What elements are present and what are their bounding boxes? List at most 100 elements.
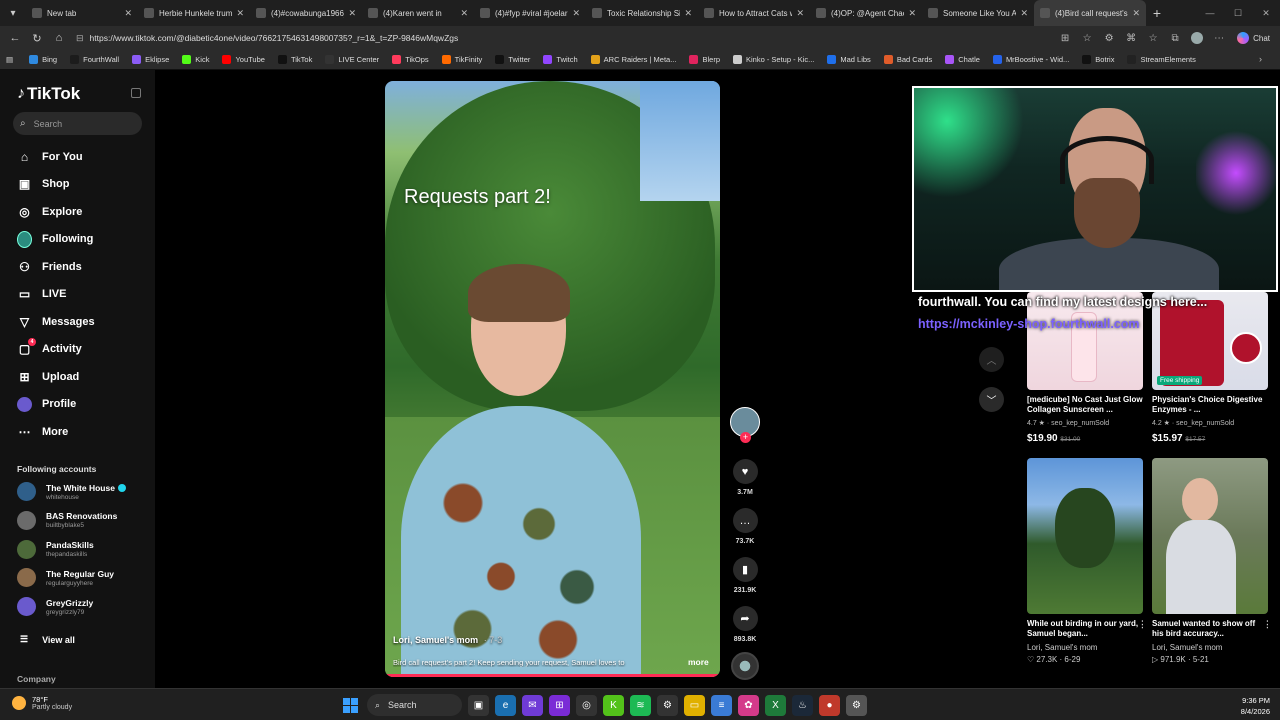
site-info-icon[interactable]: ⊟: [76, 33, 84, 44]
video-author[interactable]: Lori, Samuel's mom · 7-3: [393, 635, 502, 645]
browser-tab[interactable]: (4)Karen went in ✕: [362, 0, 474, 26]
sidebar-item-following[interactable]: Following: [17, 230, 93, 248]
share-action[interactable]: ➦ 893.8K: [727, 606, 763, 643]
sidebar-item-for-you[interactable]: ⌂ For You: [17, 149, 83, 164]
bookmark-item[interactable]: Kick: [182, 55, 209, 64]
task-view-icon[interactable]: ▣: [468, 694, 489, 716]
minimize-icon[interactable]: —: [1196, 0, 1224, 26]
comment-action[interactable]: … 73.7K: [727, 508, 763, 545]
menu-dots-icon[interactable]: ⋯: [1209, 28, 1229, 48]
messenger-icon[interactable]: ✉: [522, 694, 543, 716]
kick-app-icon[interactable]: K: [603, 694, 624, 716]
browser-tab[interactable]: How to Attract Cats wi ✕: [698, 0, 810, 26]
bookmark-item[interactable]: YouTube: [222, 55, 265, 64]
bookmark-item[interactable]: Twitter: [495, 55, 530, 64]
red-app-icon[interactable]: ●: [819, 694, 840, 716]
follow-plus-icon[interactable]: +: [740, 432, 751, 443]
following-account[interactable]: The Regular Guy regularguyyhere: [17, 568, 114, 588]
related-video-0[interactable]: While out birding in our yard, Samuel be…: [1027, 458, 1143, 664]
extension-puzzle-icon[interactable]: ⌘: [1121, 28, 1141, 48]
company-link[interactable]: Company: [17, 674, 56, 684]
tab-close-icon[interactable]: ✕: [796, 8, 804, 19]
sidebar-item-more[interactable]: ⋯ More: [17, 424, 69, 439]
music-disc-icon[interactable]: [731, 652, 759, 680]
product-card-0[interactable]: [medicube] No Cast Just Glow Collagen Su…: [1027, 292, 1143, 444]
previous-video-button[interactable]: ︿: [979, 347, 1004, 372]
spotify-icon[interactable]: ≋: [630, 694, 651, 716]
bookmark-item[interactable]: Twitch: [543, 55, 578, 64]
photos-icon[interactable]: ✿: [738, 694, 759, 716]
bookmark-item[interactable]: LIVE Center: [325, 55, 379, 64]
settings-icon[interactable]: ⚙: [846, 694, 867, 716]
reader-icon[interactable]: ⊞: [1055, 28, 1075, 48]
address-bar[interactable]: ⊟ https://www.tiktok.com/@diabetic4one/v…: [76, 29, 1049, 47]
like-action[interactable]: ♥ 3.7M: [727, 459, 763, 496]
sidebar-item-live[interactable]: ▭ LIVE: [17, 287, 67, 302]
bookmark-item[interactable]: Kinko - Setup - Kic...: [733, 55, 814, 64]
sidebar-item-activity[interactable]: ▢ 4 Activity: [17, 337, 82, 357]
extension-icon[interactable]: ⚙: [1099, 28, 1119, 48]
refresh-icon[interactable]: ↻: [26, 27, 48, 49]
save-action[interactable]: ▮ 231.9K: [727, 557, 763, 594]
search-input[interactable]: ⌕ Search: [13, 112, 142, 135]
sidebar-item-friends[interactable]: ⚇ Friends: [17, 259, 82, 274]
bookmark-item[interactable]: Eklipse: [132, 55, 169, 64]
browser-tab[interactable]: (4)Bird call request's p ✕: [1034, 0, 1146, 26]
bookmark-item[interactable]: Chatle: [945, 55, 980, 64]
bookmark-item[interactable]: Blerp: [689, 55, 720, 64]
tab-close-icon[interactable]: ✕: [460, 8, 468, 19]
collections-icon[interactable]: ⧉: [1165, 28, 1185, 48]
more-options-icon[interactable]: ⋮: [1263, 619, 1268, 629]
maximize-icon[interactable]: ☐: [1224, 0, 1252, 26]
bookmark-item[interactable]: TikTok: [277, 55, 312, 64]
bookmark-item[interactable]: StreamElements: [1127, 55, 1196, 64]
bookmarks-more-icon[interactable]: ›: [1259, 54, 1262, 64]
circle-app-icon[interactable]: ◎: [576, 694, 597, 716]
video-progress-bar[interactable]: [385, 674, 720, 677]
collapse-sidebar-icon[interactable]: [131, 88, 141, 98]
gear-app-icon[interactable]: ⚙: [657, 694, 678, 716]
close-window-icon[interactable]: ✕: [1252, 0, 1280, 26]
tab-close-icon[interactable]: ✕: [684, 8, 692, 19]
steam-icon[interactable]: ♨: [792, 694, 813, 716]
start-button[interactable]: [340, 695, 361, 716]
tab-actions-icon[interactable]: ▾: [0, 0, 26, 26]
new-tab-button[interactable]: +: [1146, 5, 1168, 21]
bookmark-item[interactable]: Bad Cards: [883, 55, 932, 64]
taskbar-search[interactable]: ⌕ Search: [367, 694, 462, 716]
tab-close-icon[interactable]: ✕: [1020, 8, 1028, 19]
browser-tab[interactable]: Toxic Relationship Sign✕: [586, 0, 698, 26]
tab-close-icon[interactable]: ✕: [1132, 8, 1140, 19]
home-icon[interactable]: ⌂: [48, 27, 70, 49]
weather-widget[interactable]: 78°F Partly cloudy: [12, 695, 72, 711]
sidebar-item-shop[interactable]: ▣ Shop: [17, 177, 70, 192]
bookmark-item[interactable]: MrBoostive - Wid...: [992, 55, 1069, 64]
copilot-chat-button[interactable]: Chat: [1231, 32, 1276, 44]
bookmark-item[interactable]: TikFinity: [441, 55, 482, 64]
system-clock[interactable]: 9:36 PM 8/4/2026: [1241, 695, 1270, 717]
product-card-1[interactable]: Free shipping Physician's Choice Digesti…: [1152, 292, 1268, 444]
file-explorer-icon[interactable]: ▭: [684, 694, 705, 716]
favorite-star-icon[interactable]: ☆: [1077, 28, 1097, 48]
bookmark-item[interactable]: Bing: [29, 55, 57, 64]
bookmark-item[interactable]: ARC Raiders | Meta...: [590, 55, 676, 64]
tab-close-icon[interactable]: ✕: [348, 8, 356, 19]
browser-tab[interactable]: New tab ✕: [26, 0, 138, 26]
bookmark-item[interactable]: TikOps: [392, 55, 429, 64]
bookmark-item[interactable]: FourthWall: [70, 55, 119, 64]
bookmark-item[interactable]: Botrix: [1082, 55, 1114, 64]
sidebar-item-messages[interactable]: ▽ Messages: [17, 314, 95, 329]
excel-icon[interactable]: X: [765, 694, 786, 716]
sidebar-item-upload[interactable]: ⊞ Upload: [17, 369, 79, 384]
edge-browser-icon[interactable]: e: [495, 694, 516, 716]
tab-close-icon[interactable]: ✕: [236, 8, 244, 19]
apps-grid-icon[interactable]: ⊞: [549, 694, 570, 716]
notepad-icon[interactable]: ≡: [711, 694, 732, 716]
next-video-button[interactable]: ﹀: [979, 387, 1004, 412]
following-account[interactable]: PandaSkills thepandaskills: [17, 539, 94, 559]
following-account[interactable]: BAS Renovations builtbyblake5: [17, 510, 117, 530]
profile-avatar[interactable]: [1187, 28, 1207, 48]
tab-close-icon[interactable]: ✕: [908, 8, 916, 19]
tab-close-icon[interactable]: ✕: [124, 8, 132, 19]
view-all-link[interactable]: ☰ View all: [20, 634, 75, 645]
